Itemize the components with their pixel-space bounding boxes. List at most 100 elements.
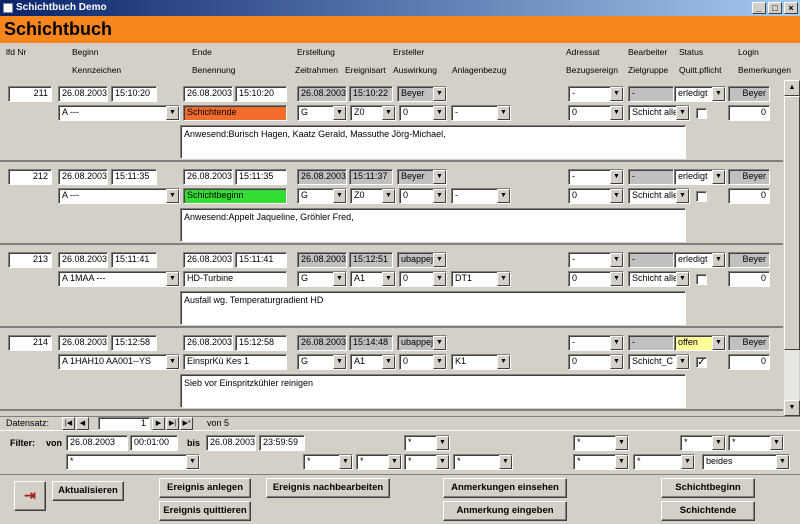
login-field[interactable]: Beyer bbox=[728, 252, 770, 268]
ersteller-select[interactable]: Beyer ▼ bbox=[397, 169, 447, 185]
filter-ersteller-select[interactable]: * ▼ bbox=[404, 435, 450, 451]
filter-bezugsereign-select[interactable]: * ▼ bbox=[573, 454, 629, 470]
bezugsereign-select[interactable]: 0 ▼ bbox=[568, 105, 624, 121]
erstellung-time-field[interactable]: 15:11:37 bbox=[349, 169, 393, 185]
ende-time-field[interactable]: 15:11:41 bbox=[235, 252, 287, 268]
ende-date-field[interactable]: 26.08.2003 bbox=[183, 335, 233, 351]
aktualisieren-button[interactable]: Aktualisieren bbox=[52, 481, 124, 501]
maximize-icon[interactable]: □ bbox=[768, 2, 782, 14]
chevron-down-icon[interactable]: ▼ bbox=[676, 189, 689, 203]
zielgruppe-select[interactable]: Schicht_C ▼ bbox=[628, 354, 690, 370]
chevron-down-icon[interactable]: ▼ bbox=[433, 189, 446, 203]
chevron-down-icon[interactable]: ▼ bbox=[333, 272, 346, 286]
filter-bis-time[interactable]: 23:59:59 bbox=[259, 435, 305, 451]
chevron-down-icon[interactable]: ▼ bbox=[382, 355, 395, 369]
nav-prev-icon[interactable]: ◀ bbox=[76, 417, 89, 430]
erstellung-time-field[interactable]: 15:12:51 bbox=[349, 252, 393, 268]
anmerkung-eingeben-button[interactable]: Anmerkung eingeben bbox=[443, 501, 567, 521]
chevron-down-icon[interactable]: ▼ bbox=[610, 272, 623, 286]
chevron-down-icon[interactable]: ▼ bbox=[610, 170, 623, 184]
nav-new-icon[interactable]: ▶* bbox=[180, 417, 193, 430]
adressat-select[interactable]: - ▼ bbox=[568, 169, 624, 185]
ende-date-field[interactable]: 26.08.2003 bbox=[183, 169, 233, 185]
filter-login-select[interactable]: * ▼ bbox=[728, 435, 784, 451]
chevron-down-icon[interactable]: ▼ bbox=[497, 272, 510, 286]
filter-bis-date[interactable]: 26.08.2003 bbox=[206, 435, 256, 451]
chevron-down-icon[interactable]: ▼ bbox=[610, 189, 623, 203]
ereignisart-select[interactable]: A1 ▼ bbox=[350, 354, 396, 370]
filter-ereignisart-select[interactable]: * ▼ bbox=[356, 454, 402, 470]
nav-next-icon[interactable]: ▶ bbox=[152, 417, 165, 430]
record-memo[interactable]: Sieb vor Einspritzkühler reinigen bbox=[180, 374, 686, 408]
chevron-down-icon[interactable]: ▼ bbox=[433, 170, 446, 184]
bearbeiter-field[interactable]: - bbox=[628, 169, 674, 185]
erstellung-time-field[interactable]: 15:14:48 bbox=[349, 335, 393, 351]
beginn-date-field[interactable]: 26.08.2003 bbox=[58, 335, 108, 351]
record-memo[interactable]: Ausfall wg. Temperaturgradient HD bbox=[180, 291, 686, 325]
quitt-pflicht-checkbox[interactable] bbox=[696, 191, 707, 202]
chevron-down-icon[interactable]: ▼ bbox=[676, 355, 689, 369]
chevron-down-icon[interactable]: ▼ bbox=[433, 355, 446, 369]
chevron-down-icon[interactable]: ▼ bbox=[676, 272, 689, 286]
chevron-down-icon[interactable]: ▼ bbox=[712, 253, 725, 267]
kennzeichen-select[interactable]: A 1HAH10 AA001--YS ▼ bbox=[58, 354, 180, 370]
scroll-up-icon[interactable]: ▲ bbox=[784, 80, 800, 96]
zeitrahmen-select[interactable]: G ▼ bbox=[297, 188, 347, 204]
bemerkungen-field[interactable]: 0 bbox=[728, 105, 770, 121]
vertical-scrollbar[interactable]: ▲ ▼ bbox=[783, 80, 800, 416]
ereignis-nachbearbeiten-button[interactable]: Ereignis nachbearbeiten bbox=[266, 478, 390, 498]
anlagenbezug-select[interactable]: - ▼ bbox=[451, 105, 511, 121]
filter-anlagenbezug-select[interactable]: * ▼ bbox=[453, 454, 513, 470]
chevron-down-icon[interactable]: ▼ bbox=[166, 355, 179, 369]
anmerkungen-einsehen-button[interactable]: Anmerkungen einsehen bbox=[443, 478, 567, 498]
filter-von-time[interactable]: 00:01:00 bbox=[130, 435, 178, 451]
ersteller-select[interactable]: Beyer ▼ bbox=[397, 86, 447, 102]
record-memo[interactable]: Anwesend:Burisch Hagen, Kaatz Gerald, Ma… bbox=[180, 125, 686, 159]
exit-button[interactable]: ⇥ bbox=[14, 481, 46, 511]
benennung-field[interactable]: Schichtende bbox=[183, 105, 287, 121]
record-memo[interactable]: Anwesend:Appelt Jaqueline, Gröhler Fred, bbox=[180, 208, 686, 242]
quitt-pflicht-checkbox[interactable]: ✓ bbox=[696, 357, 707, 368]
ersteller-select[interactable]: ubappeje ▼ bbox=[397, 252, 447, 268]
close-icon[interactable]: × bbox=[784, 2, 798, 14]
chevron-down-icon[interactable]: ▼ bbox=[712, 336, 725, 350]
chevron-down-icon[interactable]: ▼ bbox=[166, 106, 179, 120]
bemerkungen-field[interactable]: 0 bbox=[728, 271, 770, 287]
chevron-down-icon[interactable]: ▼ bbox=[497, 106, 510, 120]
chevron-down-icon[interactable]: ▼ bbox=[433, 253, 446, 267]
ersteller-select[interactable]: ubappeje ▼ bbox=[397, 335, 447, 351]
chevron-down-icon[interactable]: ▼ bbox=[712, 170, 725, 184]
quitt-pflicht-checkbox[interactable] bbox=[696, 108, 707, 119]
chevron-down-icon[interactable]: ▼ bbox=[382, 272, 395, 286]
ereignis-anlegen-button[interactable]: Ereignis anlegen bbox=[159, 478, 251, 498]
status-select[interactable]: offen ▼ bbox=[674, 335, 726, 351]
chevron-down-icon[interactable]: ▼ bbox=[610, 253, 623, 267]
beginn-date-field[interactable]: 26.08.2003 bbox=[58, 86, 108, 102]
bemerkungen-field[interactable]: 0 bbox=[728, 354, 770, 370]
login-field[interactable]: Beyer bbox=[728, 86, 770, 102]
filter-quitt-select[interactable]: beides ▼ bbox=[702, 454, 790, 470]
minimize-icon[interactable]: _ bbox=[752, 2, 766, 14]
kennzeichen-select[interactable]: A --- ▼ bbox=[58, 105, 180, 121]
status-select[interactable]: erledigt ▼ bbox=[674, 169, 726, 185]
bearbeiter-field[interactable]: - bbox=[628, 335, 674, 351]
chevron-down-icon[interactable]: ▼ bbox=[610, 336, 623, 350]
erstellung-date-field[interactable]: 26.08.2003 bbox=[297, 252, 347, 268]
scroll-thumb[interactable] bbox=[784, 96, 800, 350]
adressat-select[interactable]: - ▼ bbox=[568, 335, 624, 351]
erstellung-date-field[interactable]: 26.08.2003 bbox=[297, 86, 347, 102]
nav-current-record[interactable]: 1 bbox=[98, 417, 150, 430]
auswirkung-select[interactable]: 0 ▼ bbox=[399, 188, 447, 204]
ereignis-quittieren-button[interactable]: Ereignis quittieren bbox=[159, 501, 251, 521]
bezugsereign-select[interactable]: 0 ▼ bbox=[568, 271, 624, 287]
chevron-down-icon[interactable]: ▼ bbox=[433, 336, 446, 350]
ende-date-field[interactable]: 26.08.2003 bbox=[183, 252, 233, 268]
chevron-down-icon[interactable]: ▼ bbox=[433, 106, 446, 120]
benennung-field[interactable]: EinsprKü Kes 1 bbox=[183, 354, 287, 370]
zielgruppe-select[interactable]: Schicht alle ▼ bbox=[628, 188, 690, 204]
kennzeichen-select[interactable]: A --- ▼ bbox=[58, 188, 180, 204]
bezugsereign-select[interactable]: 0 ▼ bbox=[568, 354, 624, 370]
erstellung-time-field[interactable]: 15:10:22 bbox=[349, 86, 393, 102]
status-select[interactable]: erledigt ▼ bbox=[674, 252, 726, 268]
chevron-down-icon[interactable]: ▼ bbox=[676, 106, 689, 120]
